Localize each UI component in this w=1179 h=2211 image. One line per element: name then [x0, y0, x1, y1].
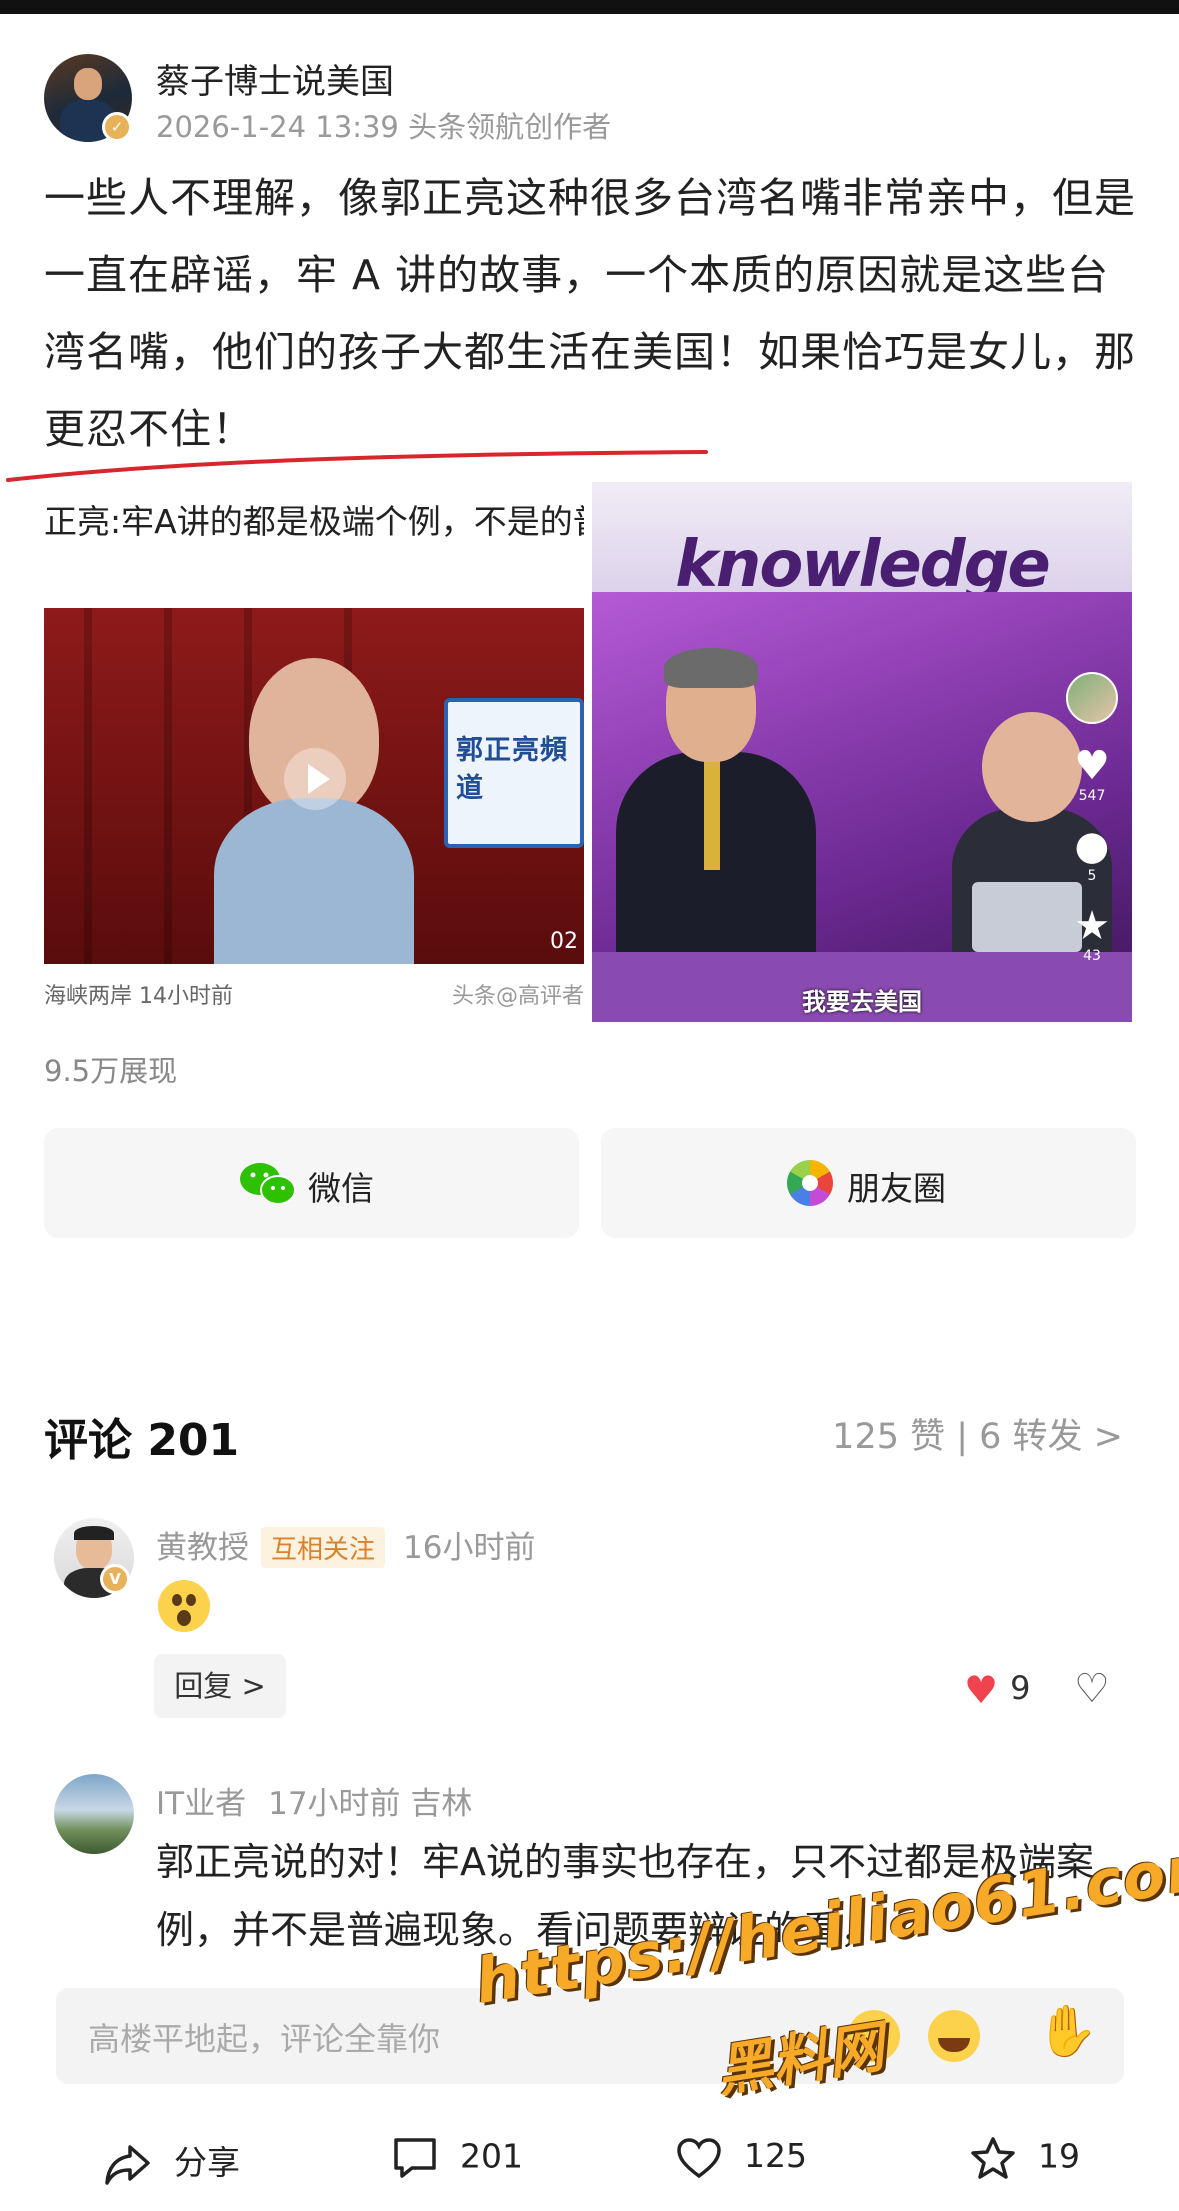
wechat-label: 微信 [308, 1169, 374, 1208]
channel-sign: 郭正亮頻道 [444, 698, 584, 848]
view-count: 9.5万展现 [44, 1054, 178, 1088]
video-side-actions: ♥ 547 ● 5 ★ 43 [1062, 672, 1122, 964]
commenter-name[interactable]: IT业者 [156, 1786, 246, 1822]
media-right-card[interactable]: knowledge 我要去美国 ♥ 547 ● 5 ★ 43 [592, 482, 1132, 1022]
heart-filled-icon: ♥ [964, 1668, 999, 1712]
favorite-count: 19 [1038, 2136, 1080, 2176]
heart-icon[interactable]: ♥ [1062, 744, 1122, 788]
like-action[interactable]: 125 [676, 2136, 807, 2179]
post-body: 一些人不理解，像郭正亮这种很多台湾名嘴非常亲中，但是一直在辟谣，牢 A 讲的故事… [44, 174, 1136, 453]
red-underline-mark [6, 450, 708, 482]
comment-input-placeholder: 高楼平地起，评论全靠你 [88, 2020, 441, 2058]
comment-action[interactable]: 201 [392, 2136, 523, 2180]
video-star-count: 43 [1083, 948, 1101, 964]
watermark-name: 黑料网 [712, 2014, 889, 2106]
verified-v-icon: V [100, 1564, 130, 1594]
share-label: 分享 [174, 2143, 240, 2182]
comment-bubble-icon[interactable]: ● [1062, 824, 1122, 868]
video-like-count: 547 [1078, 788, 1106, 804]
tv-studio-image [592, 592, 1132, 1022]
favorite-action[interactable]: 19 [970, 2136, 1080, 2180]
creator-avatar[interactable] [1066, 672, 1118, 724]
share-arrow-icon [105, 2144, 150, 2185]
wechat-icon [240, 1163, 296, 1205]
knowledge-banner: knowledge [592, 482, 1132, 602]
mutual-follow-badge: 互相关注 [261, 1527, 386, 1568]
share-wechat-button[interactable]: 微信 [44, 1128, 579, 1238]
author-header: ✓ 蔡子博士说美国 2026-1-24 13:39 头条领航创作者 [44, 54, 1144, 144]
post-meta: 2026-1-24 13:39 头条领航创作者 [156, 110, 612, 144]
video-thumbnail[interactable]: 郭正亮頻道 02 [44, 608, 584, 964]
author-name[interactable]: 蔡子博士说美国 [156, 54, 394, 103]
media-left-watermark: 头条@高评者 [451, 984, 584, 1009]
comment-time: 16小时前 [403, 1530, 536, 1566]
site-watermark: https://heiliao61.com 黑料网 [470, 1826, 1179, 2116]
video-duration: 02 [550, 929, 578, 954]
status-bar-edge [0, 0, 1179, 14]
comment-like-count: 9 [1010, 1669, 1031, 1707]
surprised-emoji-icon [158, 1580, 210, 1632]
comment-count: 201 [460, 2136, 523, 2176]
share-moments-button[interactable]: 朋友圈 [601, 1128, 1136, 1238]
verified-icon: ✓ [102, 112, 132, 142]
comment-like-button[interactable]: ♥ 9 [964, 1668, 1030, 1712]
moments-label: 朋友圈 [847, 1169, 946, 1208]
reply-button[interactable]: 回复 > [154, 1654, 286, 1718]
star-outline-icon [971, 2137, 1015, 2179]
commenter-avatar[interactable] [54, 1774, 134, 1854]
comments-title: 评论 201 [44, 1415, 240, 1466]
video-comment-count: 5 [1087, 868, 1097, 884]
comment-icon [394, 2138, 436, 2178]
heart-outline-icon [677, 2137, 721, 2178]
share-action[interactable]: 分享 [104, 2136, 240, 2187]
moments-icon [787, 1160, 833, 1206]
broken-heart-icon[interactable]: ♡ [1074, 1666, 1110, 1712]
media-left-caption: 正亮:牢A讲的都是极端个例，不是的普遍性，太夸张了！ [44, 502, 584, 541]
like-count: 125 [744, 2136, 807, 2175]
comment-item: V 黄教授 互相关注 16小时前 回复 > ♥ 9 ♡ [54, 1518, 1134, 1728]
play-icon[interactable] [284, 748, 346, 810]
speaker-figure [214, 658, 414, 964]
comments-stats-link[interactable]: 125 赞 | 6 转发 > [832, 1408, 1123, 1459]
comment-meta: 17小时前 吉林 [268, 1786, 473, 1822]
bottom-action-bar: 分享 201 125 19 [0, 2120, 1179, 2200]
media-left-card[interactable]: 正亮:牢A讲的都是极端个例，不是的普遍性，太夸张了！ 郭正亮頻道 02 海峡两岸… [44, 482, 584, 1022]
commenter-name[interactable]: 黄教授 [156, 1530, 249, 1566]
media-left-source: 海峡两岸 14小时前 [44, 984, 233, 1009]
video-subtitle: 我要去美国 [802, 988, 922, 1016]
star-icon[interactable]: ★ [1062, 904, 1122, 948]
